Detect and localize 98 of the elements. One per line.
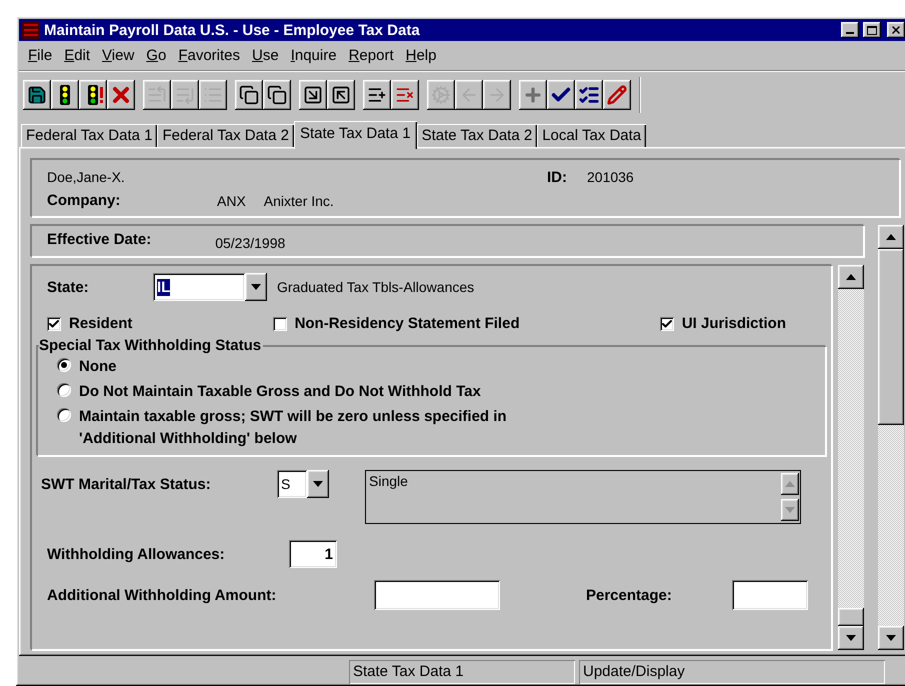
list-plus-button[interactable] — [363, 80, 391, 110]
tab[interactable]: State Tax Data 2 — [416, 124, 538, 147]
menu-item[interactable]: Inquire — [286, 45, 342, 66]
maximize-icon — [867, 26, 877, 34]
percentage-label: Percentage: — [586, 586, 673, 604]
scroll-thumb[interactable] — [838, 608, 864, 626]
menu-item[interactable]: File — [23, 45, 58, 66]
app-logo-icon — [22, 21, 40, 39]
additional-amount-label: Additional Withholding Amount: — [47, 586, 278, 604]
scroll-up-button[interactable] — [781, 473, 799, 495]
radio-dot-icon — [61, 362, 67, 368]
radio-label: Do Not Maintain Taxable Gross and Do Not Withhold Tax — [79, 382, 481, 402]
dropdown-arrow-icon — [313, 481, 323, 487]
marital-status-field[interactable]: S — [277, 470, 307, 498]
marital-status-label: SWT Marital/Tax Status: — [41, 476, 212, 493]
scrollbar[interactable] — [838, 265, 864, 650]
tab[interactable]: Federal Tax Data 1 — [21, 124, 158, 147]
check-list-button[interactable] — [575, 80, 603, 110]
check-list-icon — [578, 84, 600, 106]
down-arrow-icon — [886, 635, 896, 641]
menu-item[interactable]: View — [97, 45, 140, 66]
effective-date-label: Effective Date: — [47, 231, 152, 248]
status-bar-text: Update/Display — [579, 660, 885, 684]
dropdown-arrow-icon — [251, 284, 261, 290]
check-button[interactable] — [547, 80, 575, 110]
checkbox[interactable]: Resident — [47, 315, 132, 332]
state-description: Graduated Tax Tbls-Allowances — [277, 279, 474, 295]
maximize-button[interactable] — [863, 22, 881, 38]
description-box: Single — [365, 470, 801, 524]
up-arrow-icon — [886, 234, 896, 240]
group-title: Special Tax Withholding Status — [39, 337, 264, 354]
plus-icon — [523, 85, 543, 105]
down-arrow-icon — [785, 507, 795, 513]
menu-item[interactable]: Use — [247, 45, 284, 66]
minimize-button[interactable] — [841, 22, 859, 38]
additional-amount-field[interactable] — [374, 580, 500, 610]
radio-button[interactable] — [57, 408, 71, 422]
copy-windows-button[interactable] — [235, 80, 263, 110]
employee-name: Doe,Jane-X. — [47, 169, 126, 186]
window-title: Maintain Payroll Data U.S. - Use - Employee Tax Data — [44, 22, 421, 38]
copy-windows-icon — [239, 85, 259, 105]
close-icon — [890, 24, 902, 36]
checkbox-box[interactable] — [47, 316, 61, 330]
tab[interactable]: Local Tax Data — [537, 124, 646, 147]
up-arrow-icon — [846, 274, 856, 280]
menu-item[interactable]: Edit — [59, 45, 96, 66]
arrow-down-right-button[interactable] — [299, 80, 327, 110]
dropdown-button[interactable] — [307, 470, 329, 498]
effective-date-value: 05/23/1998 — [215, 235, 286, 251]
list-delete-button[interactable] — [391, 80, 419, 110]
close-button[interactable] — [887, 22, 905, 38]
traffic-light-button[interactable] — [51, 80, 79, 110]
scroll-thumb[interactable] — [878, 249, 904, 425]
state-field[interactable]: IL — [153, 273, 245, 301]
scrollbar[interactable] — [878, 225, 904, 650]
up-arrow-icon — [785, 481, 795, 487]
company-name: Anixter Inc. — [264, 192, 334, 208]
allowances-field[interactable]: 1 — [289, 540, 337, 568]
checkbox[interactable]: UI Jurisdiction — [660, 315, 786, 332]
pencil-icon — [607, 85, 627, 105]
state-label: State: — [47, 278, 90, 296]
plus-button[interactable] — [519, 80, 547, 110]
employee-id: 201036 — [587, 169, 635, 186]
copy-windows-button[interactable] — [263, 80, 291, 110]
floppy-disk-button[interactable] — [23, 80, 51, 110]
checkbox-box[interactable] — [272, 316, 287, 330]
traffic-light-alert-button[interactable] — [79, 80, 107, 110]
menu-item[interactable]: Report — [344, 45, 399, 66]
status-bar-text: State Tax Data 1 — [349, 660, 575, 684]
arrow-down-right-icon — [303, 85, 323, 105]
checkbox[interactable]: Non-Residency Statement Filed — [272, 315, 520, 332]
scroll-up-button[interactable] — [838, 265, 864, 289]
radio-label: Maintain taxable gross; SWT will be zero unless specified in 'Additional Withholding' below — [79, 407, 508, 449]
scroll-down-button[interactable] — [838, 626, 864, 650]
company-label: Company: — [47, 192, 122, 209]
arrow-up-left-button[interactable] — [327, 80, 355, 110]
id-label: ID: — [547, 169, 568, 186]
pencil-button[interactable] — [603, 80, 631, 110]
close-button[interactable] — [107, 80, 135, 110]
radio-button[interactable] — [57, 358, 71, 372]
allowances-label: Withholding Allowances: — [47, 546, 226, 562]
scroll-down-button[interactable] — [781, 499, 799, 521]
company-code: ANX — [217, 192, 246, 208]
percentage-field[interactable] — [732, 580, 808, 610]
tab[interactable]: State Tax Data 1 — [294, 121, 417, 149]
scroll-down-button[interactable] — [878, 626, 904, 650]
radio-label: None — [79, 357, 116, 377]
menu-item[interactable]: Favorites — [173, 45, 246, 66]
menu-item[interactable]: Help — [400, 45, 442, 66]
dropdown-button[interactable] — [245, 273, 267, 301]
tab[interactable]: Federal Tax Data 2 — [157, 124, 294, 147]
down-arrow-icon — [846, 635, 856, 641]
menu-item[interactable]: Go — [141, 45, 172, 66]
copy-windows-icon — [267, 85, 287, 105]
checkbox-box[interactable] — [660, 316, 674, 330]
arrow-up-left-icon — [331, 85, 351, 105]
radio-button[interactable] — [57, 383, 71, 397]
scroll-up-button[interactable] — [878, 225, 904, 249]
